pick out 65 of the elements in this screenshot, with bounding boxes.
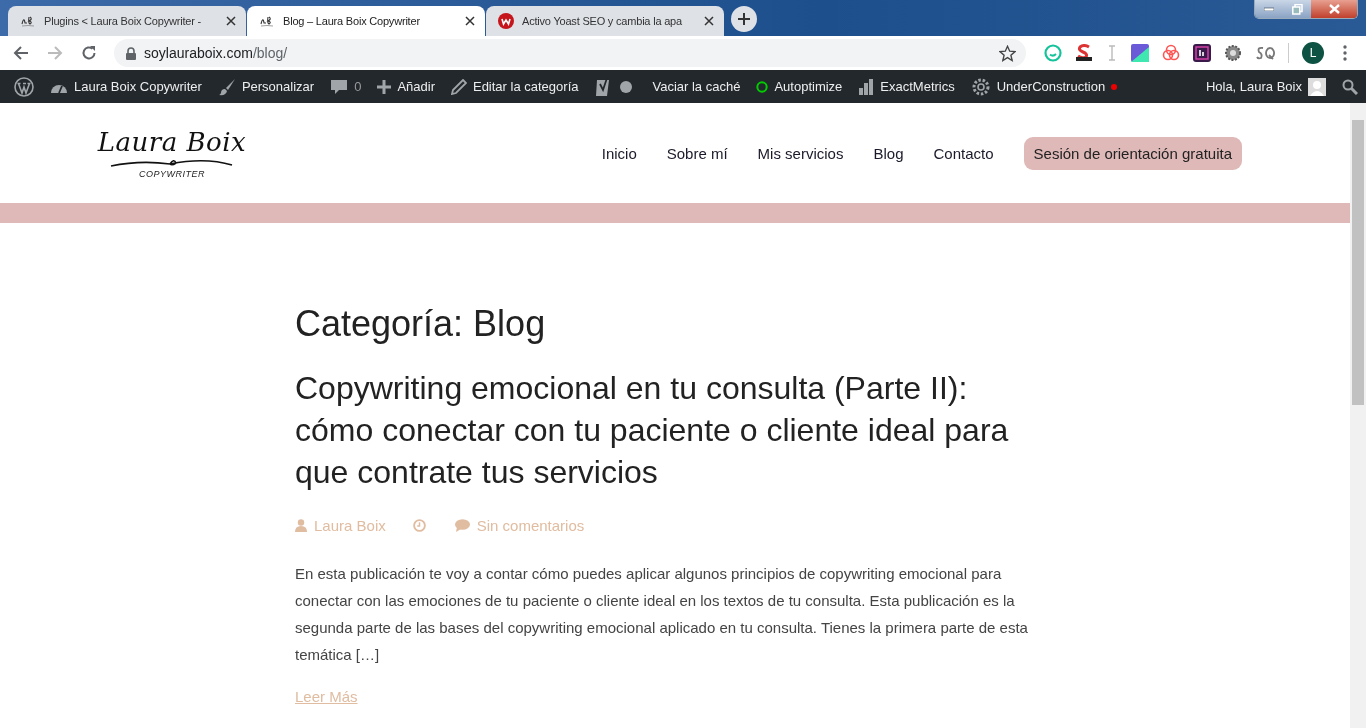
back-arrow-icon (13, 45, 29, 61)
post-title[interactable]: Copywriting emocional en tu consulta (Parte II): cómo conectar con tu paciente o cliente ideal para que contrate tus servicios (295, 367, 1030, 493)
swash-icon (110, 157, 234, 169)
minimize-icon (1264, 7, 1274, 11)
dot-icon (620, 80, 633, 93)
more-menu-icon (1343, 45, 1347, 61)
nav-link[interactable]: Blog (873, 144, 904, 162)
profile-avatar[interactable]: L (1302, 42, 1324, 64)
plus-icon (377, 79, 392, 94)
nav-link[interactable]: Inicio (601, 144, 637, 162)
gear-icon (1224, 44, 1242, 62)
lock-icon (126, 46, 136, 60)
cta-button[interactable]: Sesión de orientación gratuita (1023, 136, 1242, 170)
browser-tab[interactable]: Blog – Laura Boix Copywriter (247, 6, 485, 36)
sq-extension-icon (1255, 44, 1275, 62)
bar-chart-icon (858, 78, 875, 95)
browser-tab[interactable]: Activo Yoast SEO y cambia la apa (486, 6, 724, 36)
admin-bar-item[interactable]: UnderConstruction (962, 70, 1126, 103)
reload-icon (81, 45, 97, 61)
text-cursor-icon (1106, 44, 1118, 62)
admin-bar-item[interactable]: Vaciar la caché (644, 70, 749, 103)
nav-link[interactable]: Contacto (933, 144, 994, 162)
star-icon (999, 44, 1016, 62)
pencil-icon (450, 78, 467, 95)
circle-logo-icon (498, 13, 514, 29)
status-dot-icon (1111, 83, 1118, 90)
square-extension-icon (1131, 44, 1149, 62)
close-icon (226, 16, 236, 26)
close-icon (1328, 4, 1340, 14)
admin-bar-item[interactable]: Personalizar (209, 70, 323, 103)
forward-arrow-icon (47, 45, 63, 61)
scrollbar[interactable] (1350, 103, 1366, 728)
admin-bar-item[interactable]: Añadir (369, 70, 443, 103)
ring-extension-icon (1162, 44, 1180, 62)
restore-icon (1291, 3, 1303, 15)
logo-tagline: COPYWRITER (139, 169, 205, 179)
seo-extension-icon (1075, 44, 1093, 62)
gear-icon (970, 76, 991, 97)
archive-heading: Categoría: Blog (295, 303, 547, 345)
circle-extension-icon (1044, 44, 1062, 62)
post-excerpt: En esta publicación te voy a contar cómo puedes aplicar algunos principios de copywriting emocional para conectar con las emociones de tu paciente o cliente ideal en los textos de tu consulta. Esta publicación es la segunda parte de las bases del copywriting emocional aplicado en tu consulta. Tienes la primera parte de esta temática […] (295, 564, 1029, 665)
admin-bar-item[interactable]: Editar la categoría (442, 70, 587, 103)
chart-extension-icon (1193, 44, 1211, 62)
close-window-button[interactable] (1311, 0, 1357, 18)
wordpress-logo-icon (14, 76, 34, 97)
speech-bubble-icon (454, 519, 470, 532)
admin-bar-item[interactable]: Laura Boix Copywriter (42, 70, 210, 103)
search-icon (1342, 78, 1358, 95)
admin-bar-item[interactable]: ExactMetrics (850, 70, 963, 103)
comment-icon (330, 77, 349, 96)
plus-icon (738, 13, 750, 25)
close-icon (465, 16, 475, 26)
clock-icon (412, 519, 426, 532)
user-icon (295, 519, 307, 532)
new-tab-button[interactable] (731, 6, 757, 32)
logo-name: Laura Boix (97, 127, 247, 157)
nav-link[interactable]: Mis servicios (757, 144, 844, 162)
browser-tab[interactable]: Plugins < Laura Boix Copywriter - (8, 6, 246, 36)
ring-icon (756, 80, 769, 93)
admin-bar-item[interactable]: Autoptimize (748, 70, 851, 103)
avatar-icon (1308, 77, 1326, 96)
account-menu[interactable]: Hola, Laura Boix (1197, 70, 1334, 103)
admin-bar-item[interactable]: 0 (322, 70, 370, 103)
close-icon (704, 16, 714, 26)
nav-link[interactable]: Sobre mí (666, 144, 728, 162)
